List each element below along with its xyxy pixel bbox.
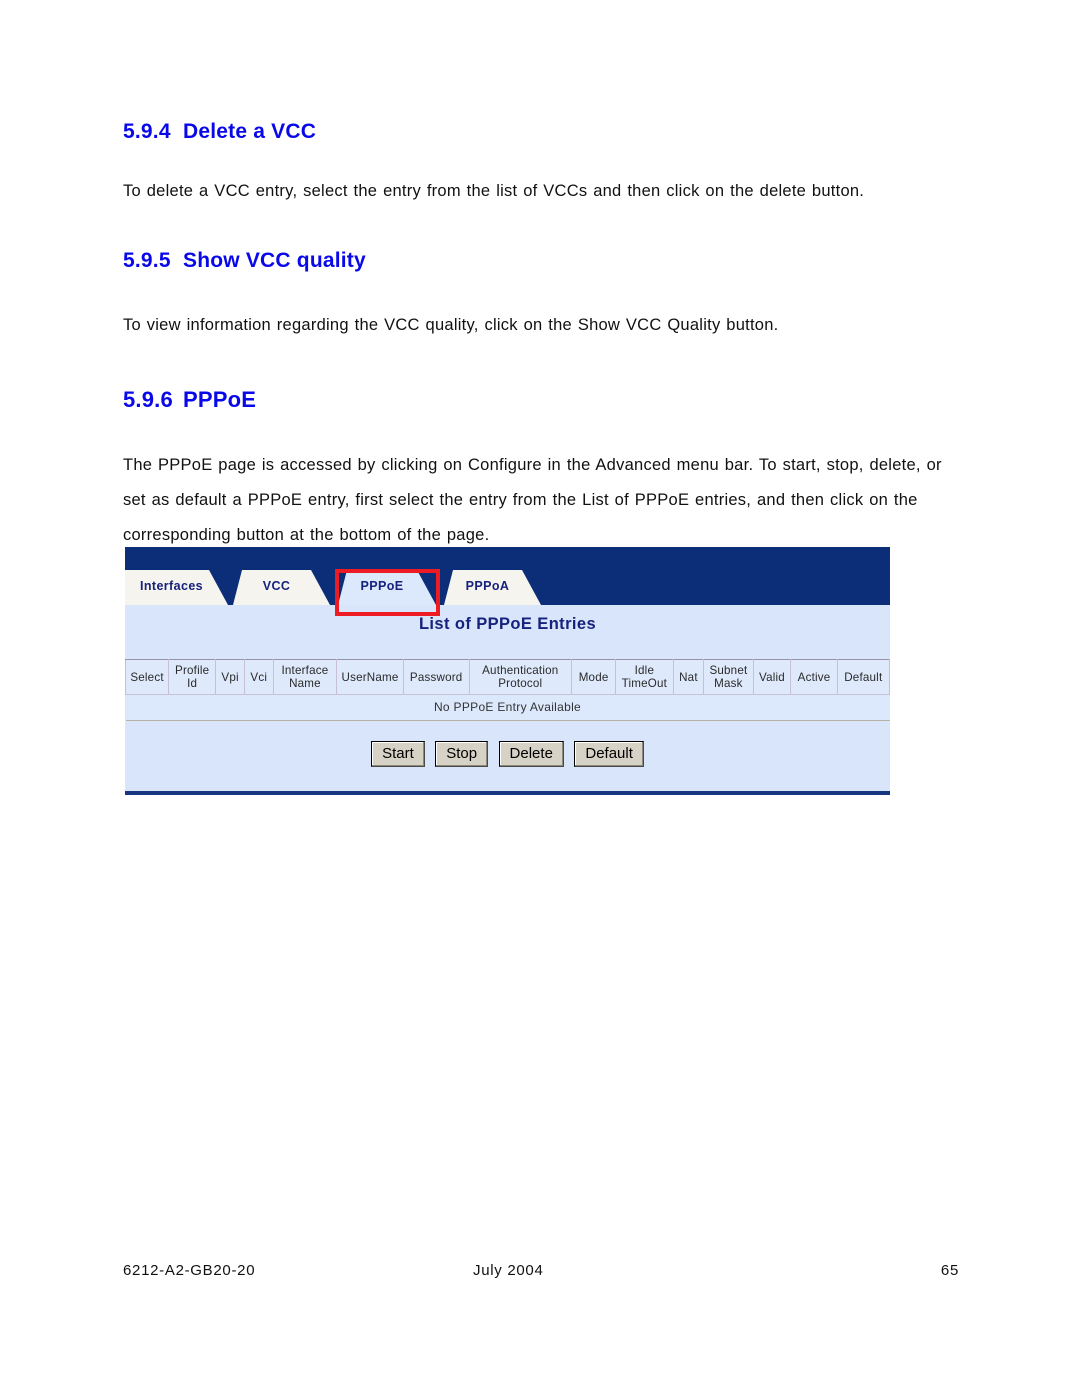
tab-bar: Interfaces VCC PPPoE PPPoA bbox=[125, 570, 890, 605]
empty-message: No PPPoE Entry Available bbox=[125, 694, 890, 721]
footer-page-number: 65 bbox=[940, 1262, 959, 1279]
table-empty-row: No PPPoE Entry Available bbox=[125, 694, 890, 721]
action-button-row: Start Stop Delete Default bbox=[125, 741, 890, 767]
tab-label: PPPoA bbox=[465, 579, 510, 593]
column-header-vpi: Vpi bbox=[215, 659, 245, 695]
section-number: 5.9.6 bbox=[123, 387, 173, 412]
column-header-password: Password bbox=[402, 659, 470, 695]
document-body: 5.9.4 Delete a VCC To delete a VCC entry,… bbox=[123, 120, 959, 553]
tab-interfaces[interactable]: Interfaces bbox=[125, 570, 228, 605]
delete-button[interactable]: Delete bbox=[498, 741, 564, 767]
section-heading-5-9-4: 5.9.4 Delete a VCC bbox=[123, 120, 959, 144]
column-header-authentication-protocol: Authentication Protocol bbox=[468, 659, 573, 695]
section-number: 5.9.5 bbox=[123, 249, 171, 272]
document-page: 5.9.4 Delete a VCC To delete a VCC entry,… bbox=[0, 0, 1080, 1397]
column-header-active: Active bbox=[790, 659, 838, 695]
column-header-idle-timeout: Idle TimeOut bbox=[615, 659, 674, 695]
section-title: PPPoE bbox=[183, 387, 257, 412]
panel-title: List of PPPoE Entries bbox=[418, 615, 597, 633]
pppoe-entries-table: Select Profile Id Vpi Vci Interface Name… bbox=[124, 659, 891, 721]
default-button[interactable]: Default bbox=[574, 741, 644, 767]
column-header-select: Select bbox=[124, 659, 170, 695]
column-header-mode: Mode bbox=[571, 659, 617, 695]
embedded-router-ui-screenshot: Interfaces VCC PPPoE PPPoA List of PPPoE… bbox=[124, 547, 891, 795]
column-header-default: Default bbox=[836, 659, 891, 695]
section-heading-5-9-5: 5.9.5 Show VCC quality bbox=[123, 249, 959, 273]
section-heading-5-9-6: 5.9.6 PPPoE bbox=[123, 387, 959, 413]
column-header-username: UserName bbox=[336, 659, 404, 695]
footer-document-number: 6212-A2-GB20-20 bbox=[123, 1262, 256, 1279]
footer-date: July 2004 bbox=[473, 1262, 544, 1279]
section-paragraph-5-9-6: The PPPoE page is accessed by clicking o… bbox=[123, 456, 942, 544]
tab-label: Interfaces bbox=[139, 579, 204, 593]
start-button[interactable]: Start bbox=[371, 741, 425, 767]
column-header-nat: Nat bbox=[672, 659, 705, 695]
section-number: 5.9.4 bbox=[123, 120, 171, 143]
section-paragraph-5-9-5: To view information regarding the VCC qu… bbox=[123, 316, 779, 334]
stop-button[interactable]: Stop bbox=[435, 741, 489, 767]
section-title: Show VCC quality bbox=[183, 249, 366, 272]
column-header-interface-name: Interface Name bbox=[272, 659, 338, 695]
highlight-rectangle-pppoe-tab bbox=[335, 569, 440, 616]
tab-vcc[interactable]: VCC bbox=[233, 570, 330, 605]
tab-pppoa[interactable]: PPPoA bbox=[444, 570, 541, 605]
column-header-vci: Vci bbox=[243, 659, 274, 695]
column-header-profile-id: Profile Id bbox=[168, 659, 217, 695]
column-header-valid: Valid bbox=[752, 659, 792, 695]
column-header-subnet-mask: Subnet Mask bbox=[703, 659, 754, 695]
tab-label: VCC bbox=[262, 579, 291, 593]
section-paragraph-5-9-4: To delete a VCC entry, select the entry … bbox=[123, 182, 865, 200]
section-title: Delete a VCC bbox=[183, 120, 317, 143]
table-header-row: Select Profile Id Vpi Vci Interface Name… bbox=[124, 659, 891, 695]
